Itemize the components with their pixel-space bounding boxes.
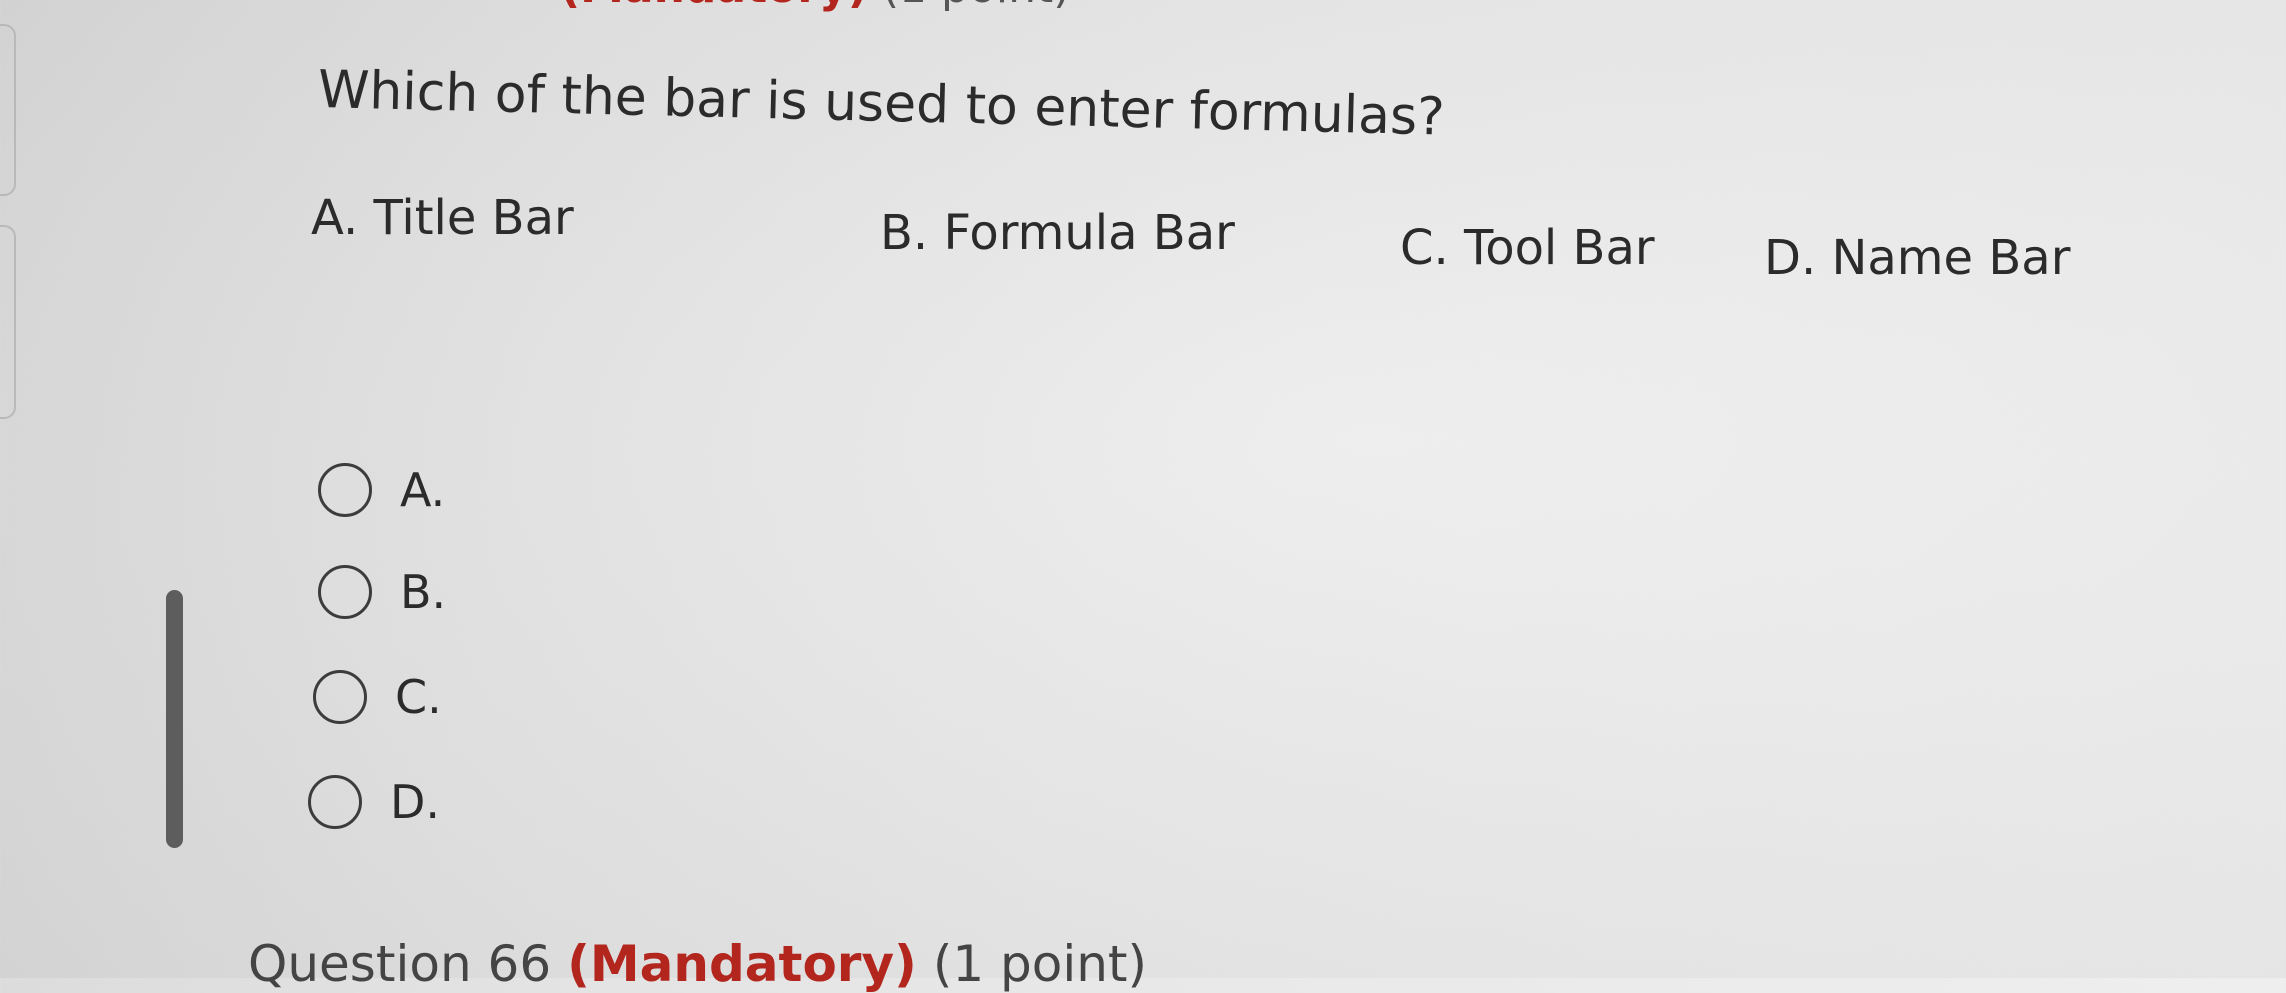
radio-c-circle-icon[interactable]	[313, 670, 367, 724]
next-question-header: Question 66 (Mandatory) (1 point)	[248, 935, 1147, 993]
choice-c-text: C. Tool Bar	[1400, 220, 1655, 276]
option-d-label: D.	[390, 775, 441, 829]
radio-b-circle-icon[interactable]	[318, 565, 372, 619]
radio-a-circle-icon[interactable]	[318, 463, 372, 517]
choice-b-text: B. Formula Bar	[880, 205, 1235, 261]
option-b[interactable]: B.	[318, 560, 446, 624]
option-c-label: C.	[395, 670, 442, 724]
focus-indicator-bar	[166, 590, 183, 848]
previous-question-header: (Mandatory) (1 point)	[560, 0, 1070, 13]
choice-a-text: A. Title Bar	[311, 190, 574, 246]
question-text: Which of the bar is used to enter formul…	[317, 60, 1446, 148]
points-label: (1 point)	[882, 0, 1071, 13]
next-question-points: (1 point)	[932, 935, 1148, 993]
mandatory-label: (Mandatory)	[560, 0, 868, 13]
option-c[interactable]: C.	[313, 665, 442, 729]
option-b-label: B.	[400, 565, 447, 619]
left-panel-edge	[0, 24, 16, 196]
left-panel-edge-lower	[0, 225, 16, 419]
option-a[interactable]: A.	[318, 458, 445, 522]
next-question-mandatory: (Mandatory)	[567, 935, 917, 993]
option-a-label: A.	[400, 463, 446, 517]
next-question-number: Question 66	[248, 935, 552, 993]
radio-d-circle-icon[interactable]	[308, 775, 362, 829]
choice-d-text: D. Name Bar	[1764, 230, 2071, 286]
option-d[interactable]: D.	[308, 770, 440, 834]
